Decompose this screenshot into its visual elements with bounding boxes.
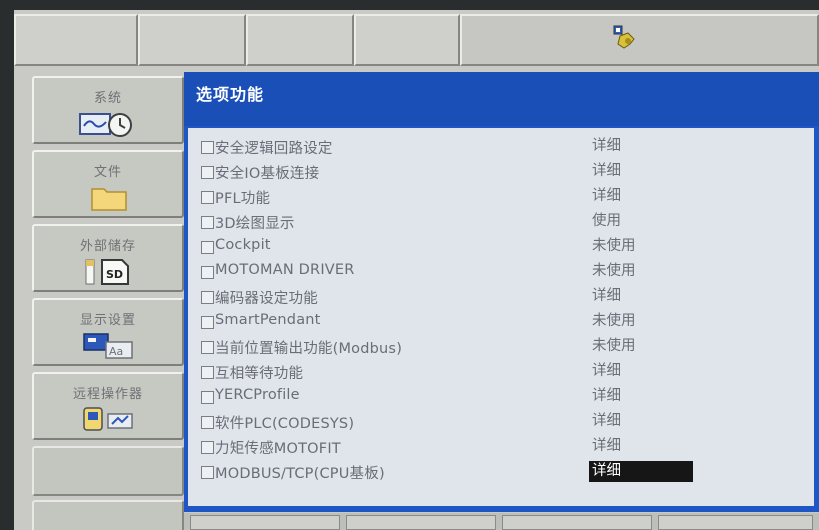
sd-card-icon: SD <box>85 259 129 285</box>
option-functions-panel: 选项功能 安全逻辑回路设定 详细 安全IO基板连接 详细 PFL功能 详细 3D… <box>184 72 819 512</box>
svg-text:Aa: Aa <box>109 345 123 358</box>
option-row[interactable]: 安全逻辑回路设定 详细 <box>201 136 801 161</box>
menu-file-button[interactable]: 文件 <box>32 150 184 218</box>
option-row[interactable]: 软件PLC(CODESYS) 详细 <box>201 411 801 436</box>
option-checkbox[interactable] <box>201 366 214 379</box>
option-checkbox[interactable] <box>201 341 214 354</box>
option-checkbox[interactable] <box>201 441 214 454</box>
menu-remote-operator-button[interactable]: 远程操作器 <box>32 372 184 440</box>
option-checkbox[interactable] <box>201 266 214 279</box>
toolbar-button-4[interactable] <box>354 14 460 66</box>
panel-title: 选项功能 <box>196 85 265 104</box>
panel-title-bar: 选项功能 <box>184 72 819 126</box>
option-status[interactable]: 详细 <box>589 411 624 432</box>
toolbar-button-2[interactable] <box>138 14 246 66</box>
options-list-area: 安全逻辑回路设定 详细 安全IO基板连接 详细 PFL功能 详细 3D绘图显示 … <box>188 128 814 506</box>
option-row[interactable]: 当前位置输出功能(Modbus) 未使用 <box>201 336 801 361</box>
option-name: 编码器设定功能 <box>215 291 318 307</box>
option-status[interactable]: 详细 <box>589 436 624 457</box>
option-status[interactable]: 使用 <box>589 211 624 232</box>
pendant-screen: 系统 文件 外部储存 SD 显示设置 Aa 远程操作器 选项功能 安全逻辑回路设… <box>14 10 819 530</box>
menu-empty-slot-1[interactable] <box>32 446 184 496</box>
menu-file-label: 文件 <box>93 165 122 180</box>
option-status[interactable]: 详细 <box>589 386 624 407</box>
option-checkbox[interactable] <box>201 166 214 179</box>
menu-external-storage-label: 外部储存 <box>79 239 136 254</box>
menu-remote-operator-label: 远程操作器 <box>72 387 143 402</box>
status-area <box>460 14 819 66</box>
option-row[interactable]: PFL功能 详细 <box>201 186 801 211</box>
option-checkbox[interactable] <box>201 241 214 254</box>
bottom-button-2[interactable] <box>346 515 496 530</box>
system-clock-icon <box>79 113 132 137</box>
option-checkbox[interactable] <box>201 191 214 204</box>
option-row[interactable]: 安全IO基板连接 详细 <box>201 161 801 186</box>
option-name: MOTOMAN DRIVER <box>215 262 355 278</box>
option-row[interactable]: SmartPendant 未使用 <box>201 311 801 336</box>
option-status[interactable]: 详细 <box>589 161 624 182</box>
option-checkbox[interactable] <box>201 466 214 479</box>
option-name: 软件PLC(CODESYS) <box>215 416 355 432</box>
option-status[interactable]: 未使用 <box>589 261 639 282</box>
option-name: 安全逻辑回路设定 <box>215 141 333 157</box>
bottom-button-3[interactable] <box>502 515 652 530</box>
bottom-button-4[interactable] <box>658 515 813 530</box>
option-name: Cockpit <box>215 237 271 253</box>
toolbar-button-3[interactable] <box>246 14 354 66</box>
option-status[interactable]: 详细 <box>589 361 624 382</box>
folder-icon <box>91 188 127 211</box>
option-status[interactable]: 详细 <box>589 186 624 207</box>
option-status[interactable]: 未使用 <box>589 236 639 257</box>
svg-text:SD: SD <box>106 268 123 281</box>
option-checkbox[interactable] <box>201 416 214 429</box>
option-checkbox[interactable] <box>201 391 214 404</box>
option-name: 互相等待功能 <box>215 366 304 382</box>
option-status[interactable]: 详细 <box>589 286 624 307</box>
option-name: MODBUS/TCP(CPU基板) <box>215 466 385 482</box>
menu-display-settings-button[interactable]: 显示设置 Aa <box>32 298 184 366</box>
menu-system-button[interactable]: 系统 <box>32 76 184 144</box>
option-checkbox[interactable] <box>201 316 214 329</box>
option-name: PFL功能 <box>215 191 271 207</box>
option-status-selected[interactable]: 详细 <box>589 461 693 482</box>
option-row[interactable]: 力矩传感MOTOFIT 详细 <box>201 436 801 461</box>
menu-empty-slot-2[interactable] <box>32 500 184 530</box>
option-row[interactable]: Cockpit 未使用 <box>201 236 801 261</box>
option-name: 当前位置输出功能(Modbus) <box>215 341 403 357</box>
option-checkbox[interactable] <box>201 291 214 304</box>
remote-operator-icon <box>83 407 133 431</box>
option-row[interactable]: 互相等待功能 详细 <box>201 361 801 386</box>
option-status[interactable]: 详细 <box>589 136 624 157</box>
option-name: 3D绘图显示 <box>215 216 295 232</box>
bottom-toolbar <box>184 513 819 530</box>
option-row[interactable]: YERCProfile 详细 <box>201 386 801 411</box>
option-row[interactable]: 编码器设定功能 详细 <box>201 286 801 311</box>
option-row-selected[interactable]: MODBUS/TCP(CPU基板) 详细 <box>201 461 801 486</box>
option-status[interactable]: 未使用 <box>589 336 639 357</box>
option-checkbox[interactable] <box>201 216 214 229</box>
toolbar-button-1[interactable] <box>14 14 138 66</box>
robot-status-icon <box>613 25 635 49</box>
option-name: 力矩传感MOTOFIT <box>215 441 341 457</box>
option-status[interactable]: 未使用 <box>589 311 639 332</box>
menu-system-label: 系统 <box>93 91 122 106</box>
menu-display-settings-label: 显示设置 <box>79 313 136 328</box>
option-name: YERCProfile <box>215 387 300 403</box>
option-name: 安全IO基板连接 <box>215 166 320 182</box>
option-row[interactable]: MOTOMAN DRIVER 未使用 <box>201 261 801 286</box>
bottom-button-1[interactable] <box>190 515 340 530</box>
option-row[interactable]: 3D绘图显示 使用 <box>201 211 801 236</box>
option-name: SmartPendant <box>215 312 321 328</box>
menu-external-storage-button[interactable]: 外部储存 SD <box>32 224 184 292</box>
display-settings-icon: Aa <box>83 333 133 359</box>
option-checkbox[interactable] <box>201 141 214 154</box>
top-toolbar <box>14 10 819 70</box>
